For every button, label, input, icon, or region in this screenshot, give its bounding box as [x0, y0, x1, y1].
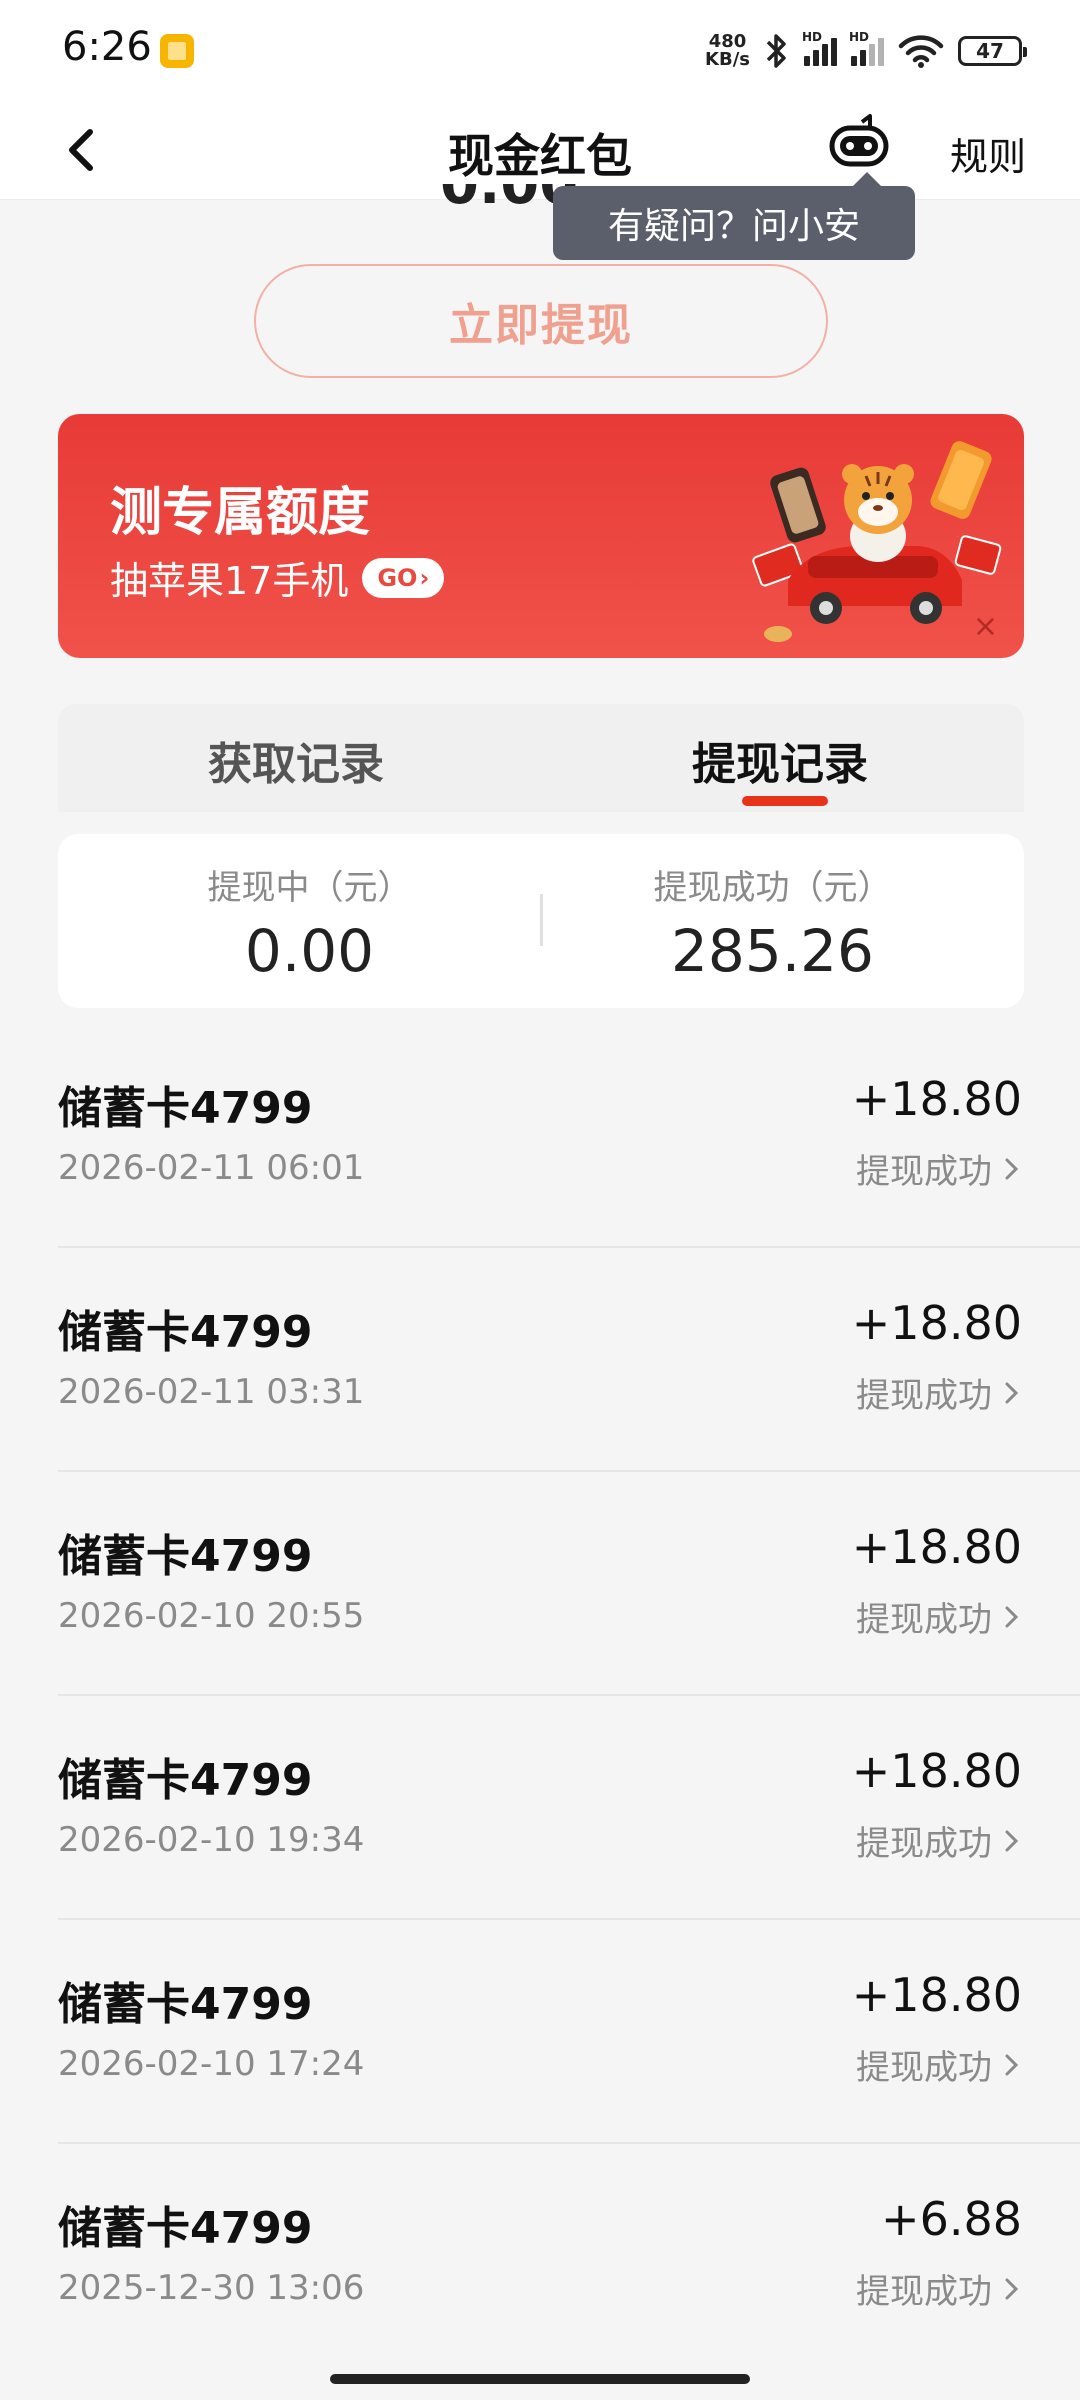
chevron-left-icon [69, 129, 93, 171]
hd-label: HD [802, 30, 823, 44]
tiger-car-illustration [752, 441, 1002, 642]
chevron-right-icon [1005, 1382, 1019, 1403]
record-status: 提现成功 [856, 1592, 1022, 1641]
record-amount: +6.88 [881, 2192, 1022, 2246]
tab-withdraw-records[interactable]: 提现记录 [692, 728, 868, 792]
chevron-right-icon [1005, 1830, 1019, 1851]
battery-indicator: 47 [958, 36, 1027, 66]
record-date: 2026-02-10 19:34 [58, 1820, 365, 1860]
withdraw-summary-card: 提现中（元） 0.00 提现成功（元） 285.26 [58, 834, 1024, 1008]
chevron-right-icon [1005, 2054, 1019, 2075]
record-card-name: 储蓄卡4799 [58, 2203, 313, 2254]
page-title: 现金红包 [448, 129, 632, 183]
record-status-text: 提现成功 [856, 2272, 992, 2312]
chevron-right-icon [1005, 1158, 1019, 1179]
success-value: 285.26 [671, 917, 874, 985]
record-date: 2026-02-10 20:55 [58, 1596, 365, 1636]
robot-assistant-icon [829, 114, 889, 167]
status-bar: 6:26 480 KB/s HD HD 47 [0, 0, 1080, 100]
record-date: 2025-12-30 13:06 [58, 2268, 365, 2308]
banner-title: 测专属额度 [110, 483, 371, 543]
tooltip-text: 有疑问？问小安 [607, 206, 860, 247]
list-item[interactable]: 储蓄卡4799 2026-02-10 17:24 +18.80 提现成功 [0, 1920, 1080, 2144]
record-status-text: 提现成功 [856, 1376, 992, 1416]
signal-strength-icon: HD [802, 30, 837, 66]
record-card-name: 储蓄卡4799 [58, 1979, 313, 2030]
list-item[interactable]: 储蓄卡4799 2026-02-11 03:31 +18.80 提现成功 [0, 1248, 1080, 1472]
bluetooth-icon [766, 34, 786, 68]
go-label: GO [377, 563, 418, 592]
success-summary: 提现成功（元） 285.26 [541, 860, 1024, 985]
pending-summary: 提现中（元） 0.00 [58, 860, 541, 985]
rules-link[interactable]: 规则 [950, 126, 1026, 181]
record-amount: +18.80 [851, 1520, 1022, 1574]
record-status-text: 提现成功 [856, 1152, 992, 1192]
status-time: 6:26 [62, 24, 152, 70]
record-status-text: 提现成功 [856, 2048, 992, 2088]
record-amount: +18.80 [851, 1072, 1022, 1126]
list-item[interactable]: 储蓄卡4799 2026-02-10 19:34 +18.80 提现成功 [0, 1696, 1080, 1920]
chevron-right-icon: › [419, 563, 430, 592]
notification-app-icon [160, 34, 194, 68]
assistant-tooltip[interactable]: 有疑问？问小安 [553, 172, 915, 260]
record-card-name: 储蓄卡4799 [58, 1531, 313, 1582]
record-status-text: 提现成功 [856, 1600, 992, 1640]
record-status: 提现成功 [856, 1368, 1022, 1417]
back-button[interactable] [56, 120, 116, 180]
record-status: 提现成功 [856, 2264, 1022, 2313]
record-amount: +18.80 [851, 1968, 1022, 2022]
signal-strength-icon: HD [849, 30, 884, 66]
record-amount: +18.80 [851, 1744, 1022, 1798]
record-status: 提现成功 [856, 2040, 1022, 2089]
tab-earn-records[interactable]: 获取记录 [208, 728, 384, 792]
banner-subtitle: 抽苹果17手机 [110, 559, 349, 603]
network-speed: 480 KB/s [705, 33, 750, 69]
success-label: 提现成功（元） [653, 868, 892, 908]
withdraw-record-list: 储蓄卡4799 2026-02-11 06:01 +18.80 提现成功 储蓄卡… [0, 1024, 1080, 2368]
withdraw-now-button[interactable]: 立即提现 [254, 264, 828, 378]
record-date: 2026-02-10 17:24 [58, 2044, 365, 2084]
record-amount: +18.80 [851, 1296, 1022, 1350]
go-badge[interactable]: GO › [362, 557, 445, 598]
pending-value: 0.00 [244, 917, 375, 985]
banner-subtitle-row: 抽苹果17手机 GO › [110, 550, 445, 605]
record-card-name: 储蓄卡4799 [58, 1755, 313, 1806]
active-tab-indicator [742, 796, 828, 806]
chevron-right-icon [1005, 1606, 1019, 1627]
network-speed-unit: KB/s [705, 49, 750, 70]
chevron-right-icon [1005, 2278, 1019, 2299]
record-date: 2026-02-11 03:31 [58, 1372, 365, 1412]
record-status-text: 提现成功 [856, 1824, 992, 1864]
record-date: 2026-02-11 06:01 [58, 1148, 365, 1188]
list-item[interactable]: 储蓄卡4799 2026-02-11 06:01 +18.80 提现成功 [0, 1024, 1080, 1248]
pending-label: 提现中（元） [207, 868, 412, 908]
close-icon[interactable]: × [973, 609, 998, 644]
wifi-icon [898, 35, 944, 68]
record-status: 提现成功 [856, 1816, 1022, 1865]
list-item[interactable]: 储蓄卡4799 2025-12-30 13:06 +6.88 提现成功 [0, 2144, 1080, 2368]
hd-label: HD [849, 30, 870, 44]
promo-banner[interactable]: 测专属额度 抽苹果17手机 GO › × [58, 414, 1024, 658]
record-tabs: 获取记录 提现记录 [58, 704, 1024, 812]
home-indicator[interactable] [330, 2374, 750, 2384]
record-card-name: 储蓄卡4799 [58, 1083, 313, 1134]
assistant-button[interactable] [826, 112, 892, 178]
record-card-name: 储蓄卡4799 [58, 1307, 313, 1358]
record-status: 提现成功 [856, 1144, 1022, 1193]
list-item[interactable]: 储蓄卡4799 2026-02-10 20:55 +18.80 提现成功 [0, 1472, 1080, 1696]
status-indicators: 480 KB/s HD HD 47 [705, 26, 1027, 76]
